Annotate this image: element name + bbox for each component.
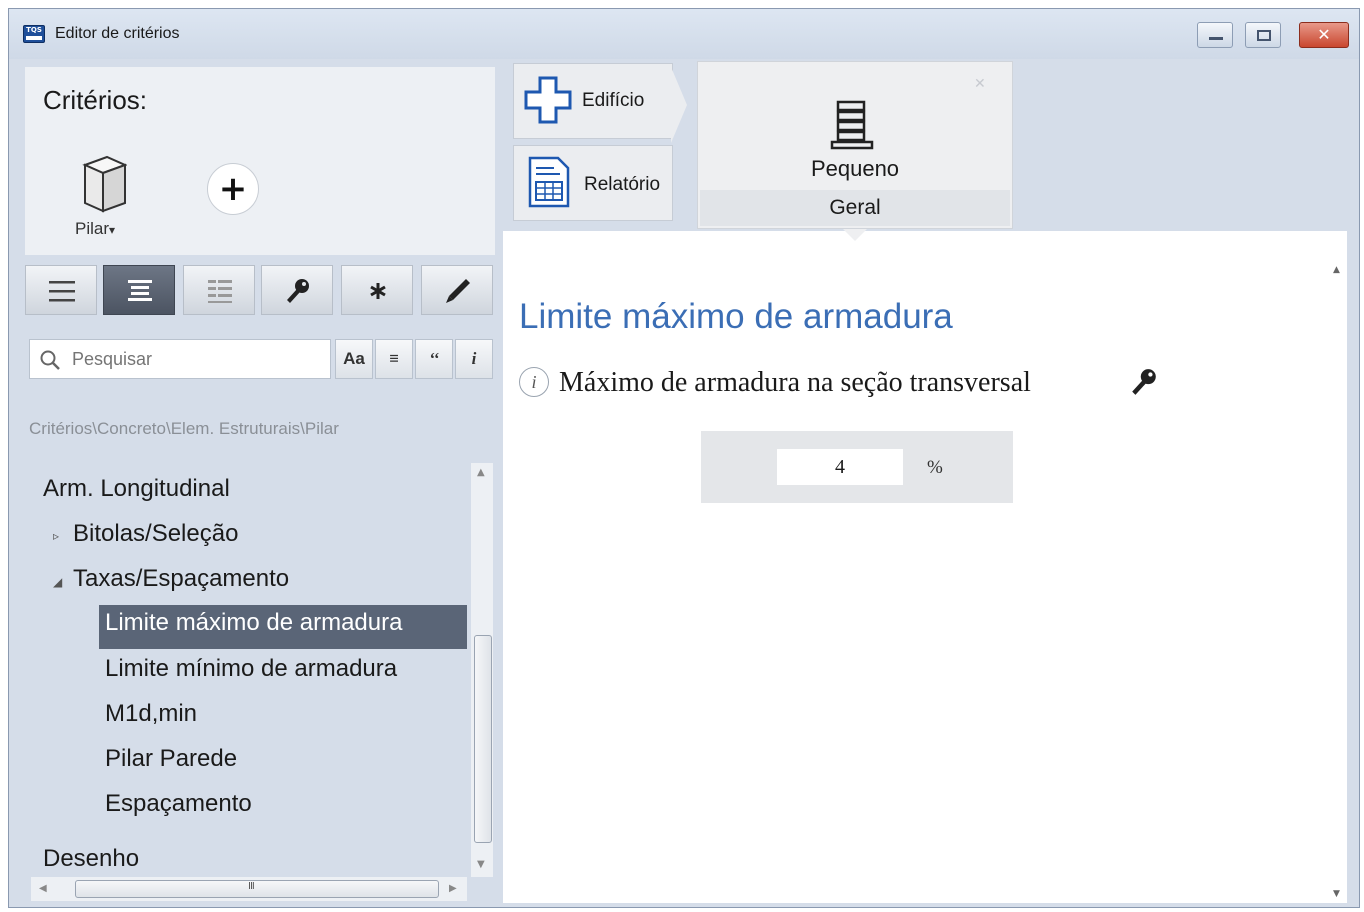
relatorio-tile[interactable]: Relatório	[513, 145, 673, 221]
scroll-up-icon[interactable]: ▲	[1333, 265, 1340, 275]
scroll-right-icon[interactable]: ▶	[449, 883, 457, 894]
asterisk-icon	[370, 283, 386, 299]
key-icon	[287, 279, 309, 303]
tree-vertical-scrollbar[interactable]: ▲ ▼	[471, 463, 493, 877]
expand-arrow-icon[interactable]: ▹	[53, 529, 59, 543]
search-input[interactable]	[70, 346, 320, 372]
edit-button[interactable]	[421, 265, 493, 315]
profile-caret	[843, 229, 867, 241]
tree-node-taxas-espacamento[interactable]: Taxas/Espaçamento	[73, 565, 289, 593]
criteria-label: Critérios:	[43, 85, 148, 115]
criteria-title: Limite máximo de armadura	[519, 297, 953, 336]
details-view-button[interactable]	[183, 265, 255, 315]
minimize-button[interactable]	[1197, 22, 1233, 48]
scroll-down-icon[interactable]: ▼	[1333, 889, 1340, 899]
scroll-left-icon[interactable]: ◀	[39, 883, 47, 894]
pencil-icon	[446, 279, 470, 303]
tree-horizontal-scrollbar[interactable]: ◀ III ▶	[31, 877, 467, 901]
tree-node-espacamento[interactable]: Espaçamento	[105, 790, 252, 818]
unit-label: %	[927, 457, 943, 478]
search-field[interactable]	[29, 339, 331, 379]
maximize-icon	[1257, 30, 1271, 41]
profile-name: Pequeno	[810, 156, 900, 181]
scroll-up-icon[interactable]: ▲	[477, 467, 485, 478]
window-title: Editor de critérios	[55, 25, 180, 42]
breadcrumb: Critérios\Concreto\Elem. Estruturais\Pil…	[29, 419, 339, 438]
info-icon[interactable]: i	[519, 367, 549, 397]
criteria-selector: Critérios: Pilar▾ +	[25, 67, 495, 255]
maximize-button[interactable]	[1245, 22, 1281, 48]
value-panel: %	[701, 431, 1013, 503]
vertical-scroll-thumb[interactable]	[474, 635, 492, 843]
relatorio-label: Relatório	[584, 174, 661, 195]
add-criteria-button[interactable]: +	[207, 163, 259, 215]
profile-subtitle: Geral	[700, 190, 1010, 226]
view-toolbar	[25, 265, 495, 315]
key-filter-button[interactable]	[261, 265, 333, 315]
match-case-button[interactable]: Aa	[335, 339, 373, 379]
scroll-grip: III	[248, 881, 255, 892]
asterisk-filter-button[interactable]	[341, 265, 413, 315]
pillar-cube-icon[interactable]	[81, 155, 127, 213]
edificio-label: Edifício	[582, 90, 645, 111]
tree-node-arm-longitudinal[interactable]: Arm. Longitudinal	[43, 475, 230, 503]
building-profile-card[interactable]: ✕ Pequeno Geral	[697, 61, 1013, 229]
tree-node-pilar-parede[interactable]: Pilar Parede	[105, 745, 237, 773]
report-icon	[528, 156, 570, 208]
element-dropdown-label: Pilar	[75, 219, 110, 238]
scroll-down-icon[interactable]: ▼	[477, 859, 485, 870]
tree-view-button[interactable]	[103, 265, 175, 315]
chevron-down-icon: ▾	[109, 223, 116, 237]
tree-node-bitolas-selecao[interactable]: Bitolas/Seleção	[73, 520, 238, 548]
match-quotes-button[interactable]: ‘‘	[415, 339, 453, 379]
list-view-icon	[49, 281, 75, 302]
editor-window: TQS Editor de critérios ✕ Critérios: Pil…	[8, 8, 1360, 908]
tree-view-icon	[128, 280, 152, 301]
criteria-tree: Arm. Longitudinal ▹ Bitolas/Seleção ◢ Ta…	[25, 459, 470, 877]
details-view-icon	[208, 280, 232, 303]
element-dropdown[interactable]: Pilar▾	[75, 219, 115, 239]
collapse-arrow-icon[interactable]: ◢	[53, 575, 62, 589]
building-icon	[830, 100, 874, 150]
close-icon[interactable]: ✕	[974, 76, 986, 92]
minimize-icon	[1209, 37, 1223, 40]
title-bar: TQS Editor de critérios ✕	[9, 9, 1359, 59]
tree-node-desenho[interactable]: Desenho	[43, 845, 139, 873]
tree-node-limite-minimo[interactable]: Limite mínimo de armadura	[105, 655, 397, 683]
criteria-content: Limite máximo de armadura i Máximo de ar…	[503, 231, 1347, 903]
building-plus-icon	[524, 76, 572, 124]
close-button[interactable]: ✕	[1299, 22, 1349, 48]
search-icon	[40, 350, 60, 370]
parameter-label: Máximo de armadura na seção transversal	[559, 367, 1031, 398]
match-line-button[interactable]: ≡	[375, 339, 413, 379]
tree-node-limite-maximo[interactable]: Limite máximo de armadura	[99, 605, 467, 649]
list-view-button[interactable]	[25, 265, 97, 315]
close-icon: ✕	[1317, 25, 1331, 44]
max-reinforcement-input[interactable]	[777, 449, 903, 485]
tree-node-m1d-min[interactable]: M1d,min	[105, 700, 197, 728]
app-icon: TQS	[23, 25, 45, 43]
tile-connector	[671, 67, 687, 143]
info-search-button[interactable]: i	[455, 339, 493, 379]
horizontal-scroll-thumb[interactable]: III	[75, 880, 439, 898]
edificio-tile[interactable]: Edifício	[513, 63, 673, 139]
plus-icon: +	[218, 169, 248, 209]
key-icon[interactable]	[1129, 367, 1159, 397]
